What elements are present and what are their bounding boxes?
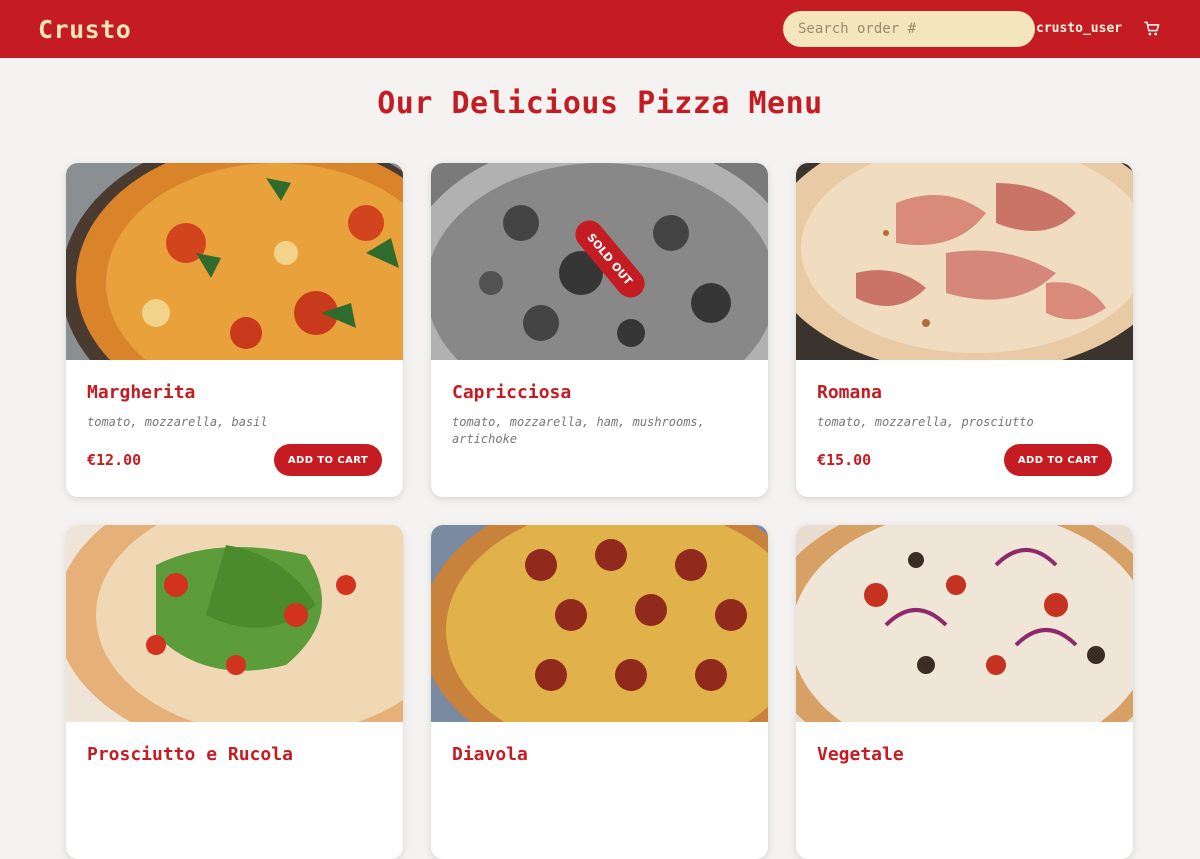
pizza-image (796, 163, 1133, 360)
page-title: Our Delicious Pizza Menu (377, 86, 823, 121)
pizza-image (796, 525, 1133, 722)
add-to-cart-button[interactable]: ADD TO CART (274, 444, 382, 476)
username-label[interactable]: crusto_user (1036, 21, 1122, 36)
pizza-name: Romana (817, 382, 883, 403)
top-navbar: Crusto crusto_user (0, 0, 1200, 58)
cart-icon[interactable] (1142, 19, 1162, 39)
pizza-image (66, 525, 403, 722)
pizza-name: Prosciutto e Rucola (87, 744, 293, 765)
pizza-card: Margherita tomato, mozzarella, basil €12… (66, 163, 403, 497)
pizza-ingredients: tomato, mozzarella, prosciutto (817, 415, 1034, 429)
pizza-name: Diavola (452, 744, 528, 765)
pizza-card: Diavola (431, 525, 768, 859)
pizza-card: Vegetale (796, 525, 1133, 859)
pizza-ingredients: tomato, mozzarella, basil (87, 415, 268, 429)
pizza-name: Margherita (87, 382, 196, 403)
pizza-image: SOLD OUT (431, 163, 768, 360)
pizza-image (66, 163, 403, 360)
pizza-ingredients: tomato, mozzarella, ham, mushrooms, arti… (452, 415, 705, 446)
pizza-name: Capricciosa (452, 382, 572, 403)
logo[interactable]: Crusto (38, 15, 131, 44)
pizza-price: €12.00 (87, 451, 142, 469)
pizza-card: SOLD OUT Capricciosa tomato, mozzarella,… (431, 163, 768, 497)
pizza-price: €15.00 (817, 451, 872, 469)
pizza-card: Prosciutto e Rucola (66, 525, 403, 859)
add-to-cart-button[interactable]: ADD TO CART (1004, 444, 1112, 476)
pizza-image (431, 525, 768, 722)
pizza-card: Romana tomato, mozzarella, prosciutto €1… (796, 163, 1133, 497)
search-order-input[interactable] (783, 11, 1035, 47)
pizza-menu-grid: Margherita tomato, mozzarella, basil €12… (66, 163, 1134, 859)
pizza-name: Vegetale (817, 744, 904, 765)
